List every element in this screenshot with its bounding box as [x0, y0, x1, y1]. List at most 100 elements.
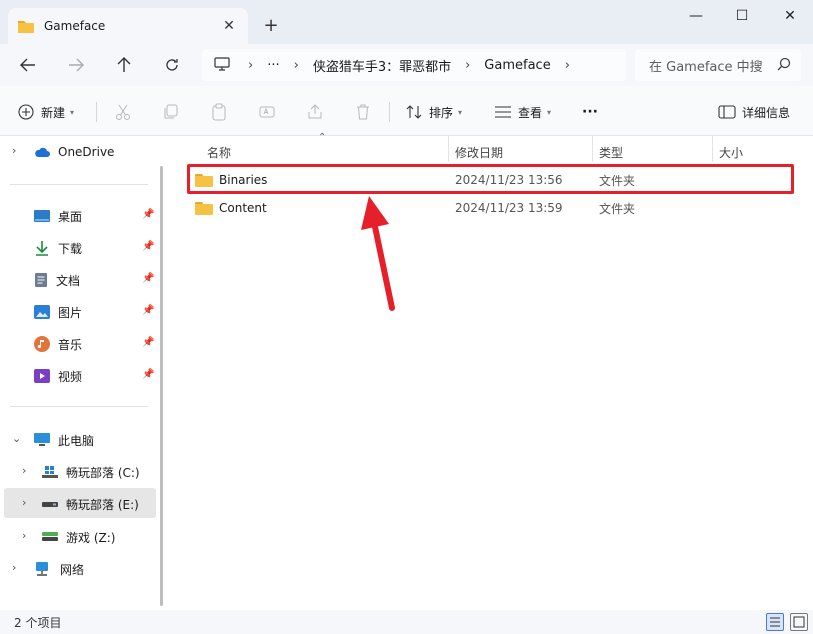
sidebar-item-label: 此电脑 [58, 433, 95, 448]
search-placeholder: 在 Gameface 中搜 [649, 59, 763, 75]
sidebar-item-label: 文档 [56, 273, 81, 288]
close-tab-icon[interactable]: ✕ [220, 17, 238, 35]
sidebar-item-label: 畅玩部落 (E:) [66, 497, 139, 512]
rename-button[interactable] [258, 100, 276, 124]
chevron-down-icon: ▾ [547, 107, 552, 117]
column-divider[interactable] [712, 136, 713, 162]
details-pane-button[interactable]: 详细信息 [718, 100, 790, 124]
pin-icon[interactable]: 📌 [142, 369, 154, 380]
up-button[interactable] [110, 52, 138, 78]
pin-icon[interactable]: 📌 [142, 273, 154, 284]
tab-gameface[interactable]: Gameface ✕ [8, 8, 248, 44]
back-button[interactable] [14, 52, 42, 78]
pin-icon[interactable]: 📌 [142, 337, 154, 348]
computer-icon [214, 56, 230, 74]
network-drive-icon [42, 532, 58, 541]
sort-ascending-icon: ⌃ [318, 132, 327, 143]
picture-icon [34, 305, 50, 319]
paste-button[interactable] [210, 100, 228, 124]
network-icon [36, 562, 48, 576]
annotation-arrow-icon [361, 196, 395, 311]
search-icon [777, 57, 791, 75]
share-button[interactable] [306, 100, 324, 124]
sort-button[interactable]: 排序 ▾ [405, 100, 462, 124]
delete-button[interactable] [354, 100, 372, 124]
chevron-right-icon[interactable]: › [22, 496, 26, 509]
tiles-view-button[interactable] [790, 613, 808, 631]
chevron-right-icon[interactable]: › [12, 144, 16, 157]
rename-icon [259, 106, 275, 118]
view-button[interactable]: 查看 ▾ [494, 100, 551, 124]
sidebar-item-music[interactable]: 音乐 [34, 330, 82, 358]
chevron-right-icon: › [248, 57, 254, 73]
details-view-icon [770, 617, 780, 627]
view-list-icon [495, 106, 511, 118]
file-date: 2024/11/23 13:59 [455, 201, 563, 215]
breadcrumb-more[interactable]: ··· [267, 58, 279, 73]
cut-button[interactable] [114, 100, 132, 124]
pin-icon[interactable]: 📌 [142, 241, 154, 252]
video-icon [34, 369, 50, 383]
pin-icon[interactable]: 📌 [142, 209, 154, 220]
copy-button[interactable] [162, 100, 180, 124]
column-header-name[interactable]: 名称 [207, 140, 231, 164]
more-options-button[interactable]: ··· [582, 100, 598, 124]
table-row[interactable]: Content 2024/11/23 13:59 文件夹 [190, 195, 793, 221]
sidebar-item-documents[interactable]: 文档 [34, 266, 80, 294]
sidebar-item-label: 音乐 [58, 337, 83, 352]
sidebar-item-onedrive[interactable]: OneDrive [34, 138, 114, 166]
pin-icon[interactable]: 📌 [142, 305, 154, 316]
chevron-down-icon[interactable]: ⌄ [12, 432, 21, 445]
highlight-box [187, 164, 794, 194]
sidebar-item-drive-c[interactable]: 畅玩部落 (C:) [42, 458, 140, 486]
search-input[interactable]: 在 Gameface 中搜 [635, 49, 801, 81]
sidebar-item-label: 视频 [58, 369, 83, 384]
sidebar-item-pictures[interactable]: 图片 [34, 298, 82, 326]
sidebar-item-drive-z[interactable]: 游戏 (Z:) [42, 523, 115, 551]
details-view-button[interactable] [766, 613, 784, 631]
column-header-size[interactable]: 大小 [719, 140, 743, 164]
sidebar-item-videos[interactable]: 视频 [34, 362, 82, 390]
sidebar-item-label: 图片 [58, 305, 83, 320]
sidebar-item-drive-e[interactable]: 畅玩部落 (E:) [42, 490, 139, 518]
chevron-right-icon[interactable]: › [12, 561, 16, 574]
chevron-right-icon[interactable]: › [565, 58, 570, 73]
sidebar-item-label: 下载 [58, 241, 83, 256]
sidebar-item-label: 网络 [60, 562, 85, 577]
arrow-left-icon [20, 58, 35, 72]
sidebar-divider [10, 406, 148, 407]
chevron-right-icon[interactable]: › [22, 529, 26, 542]
arrow-up-icon [117, 57, 131, 72]
address-bar[interactable]: › ··· › 侠盗猎车手3：罪恶都市 › Gameface › [202, 49, 626, 81]
sidebar-item-label: OneDrive [58, 145, 115, 159]
column-divider[interactable] [448, 136, 449, 162]
sidebar-item-desktop[interactable]: 桌面 [34, 202, 82, 230]
maximize-button[interactable]: ☐ [719, 0, 765, 32]
windows-drive-icon [42, 466, 58, 478]
column-divider[interactable] [592, 136, 593, 162]
status-bar: 2 个项目 [0, 610, 813, 634]
sidebar-item-downloads[interactable]: 下载 [34, 234, 82, 262]
refresh-button[interactable] [158, 52, 186, 78]
column-header-date[interactable]: 修改日期 [455, 140, 503, 164]
sidebar-item-label: 畅玩部落 (C:) [66, 465, 140, 480]
sort-button-label: 排序 [429, 105, 454, 120]
main-content: › OneDrive 桌面 📌 下载 📌 文档 📌 图片 📌 音乐 📌 视频 📌… [0, 132, 813, 610]
file-name: Content [219, 201, 267, 215]
forward-button[interactable] [62, 52, 90, 78]
sidebar-item-network[interactable]: 网络 [34, 555, 84, 583]
sidebar-scrollbar[interactable] [160, 166, 163, 606]
chevron-right-icon[interactable]: › [22, 464, 26, 477]
trash-icon [357, 104, 369, 120]
breadcrumb-gta-vice-city[interactable]: 侠盗猎车手3：罪恶都市 [313, 56, 451, 75]
sidebar-item-this-pc[interactable]: 此电脑 [34, 426, 94, 454]
address-row: › ··· › 侠盗猎车手3：罪恶都市 › Gameface › 在 Gamef… [0, 44, 813, 86]
chevron-right-icon: › [465, 57, 471, 73]
new-tab-button[interactable]: + [260, 14, 282, 36]
chevron-right-icon: › [293, 57, 299, 73]
close-window-button[interactable]: ✕ [767, 0, 813, 32]
minimize-button[interactable]: — [673, 0, 719, 32]
new-button[interactable]: 新建 ▾ [18, 100, 74, 124]
column-header-type[interactable]: 类型 [599, 140, 623, 164]
breadcrumb-gameface[interactable]: Gameface [484, 58, 550, 73]
